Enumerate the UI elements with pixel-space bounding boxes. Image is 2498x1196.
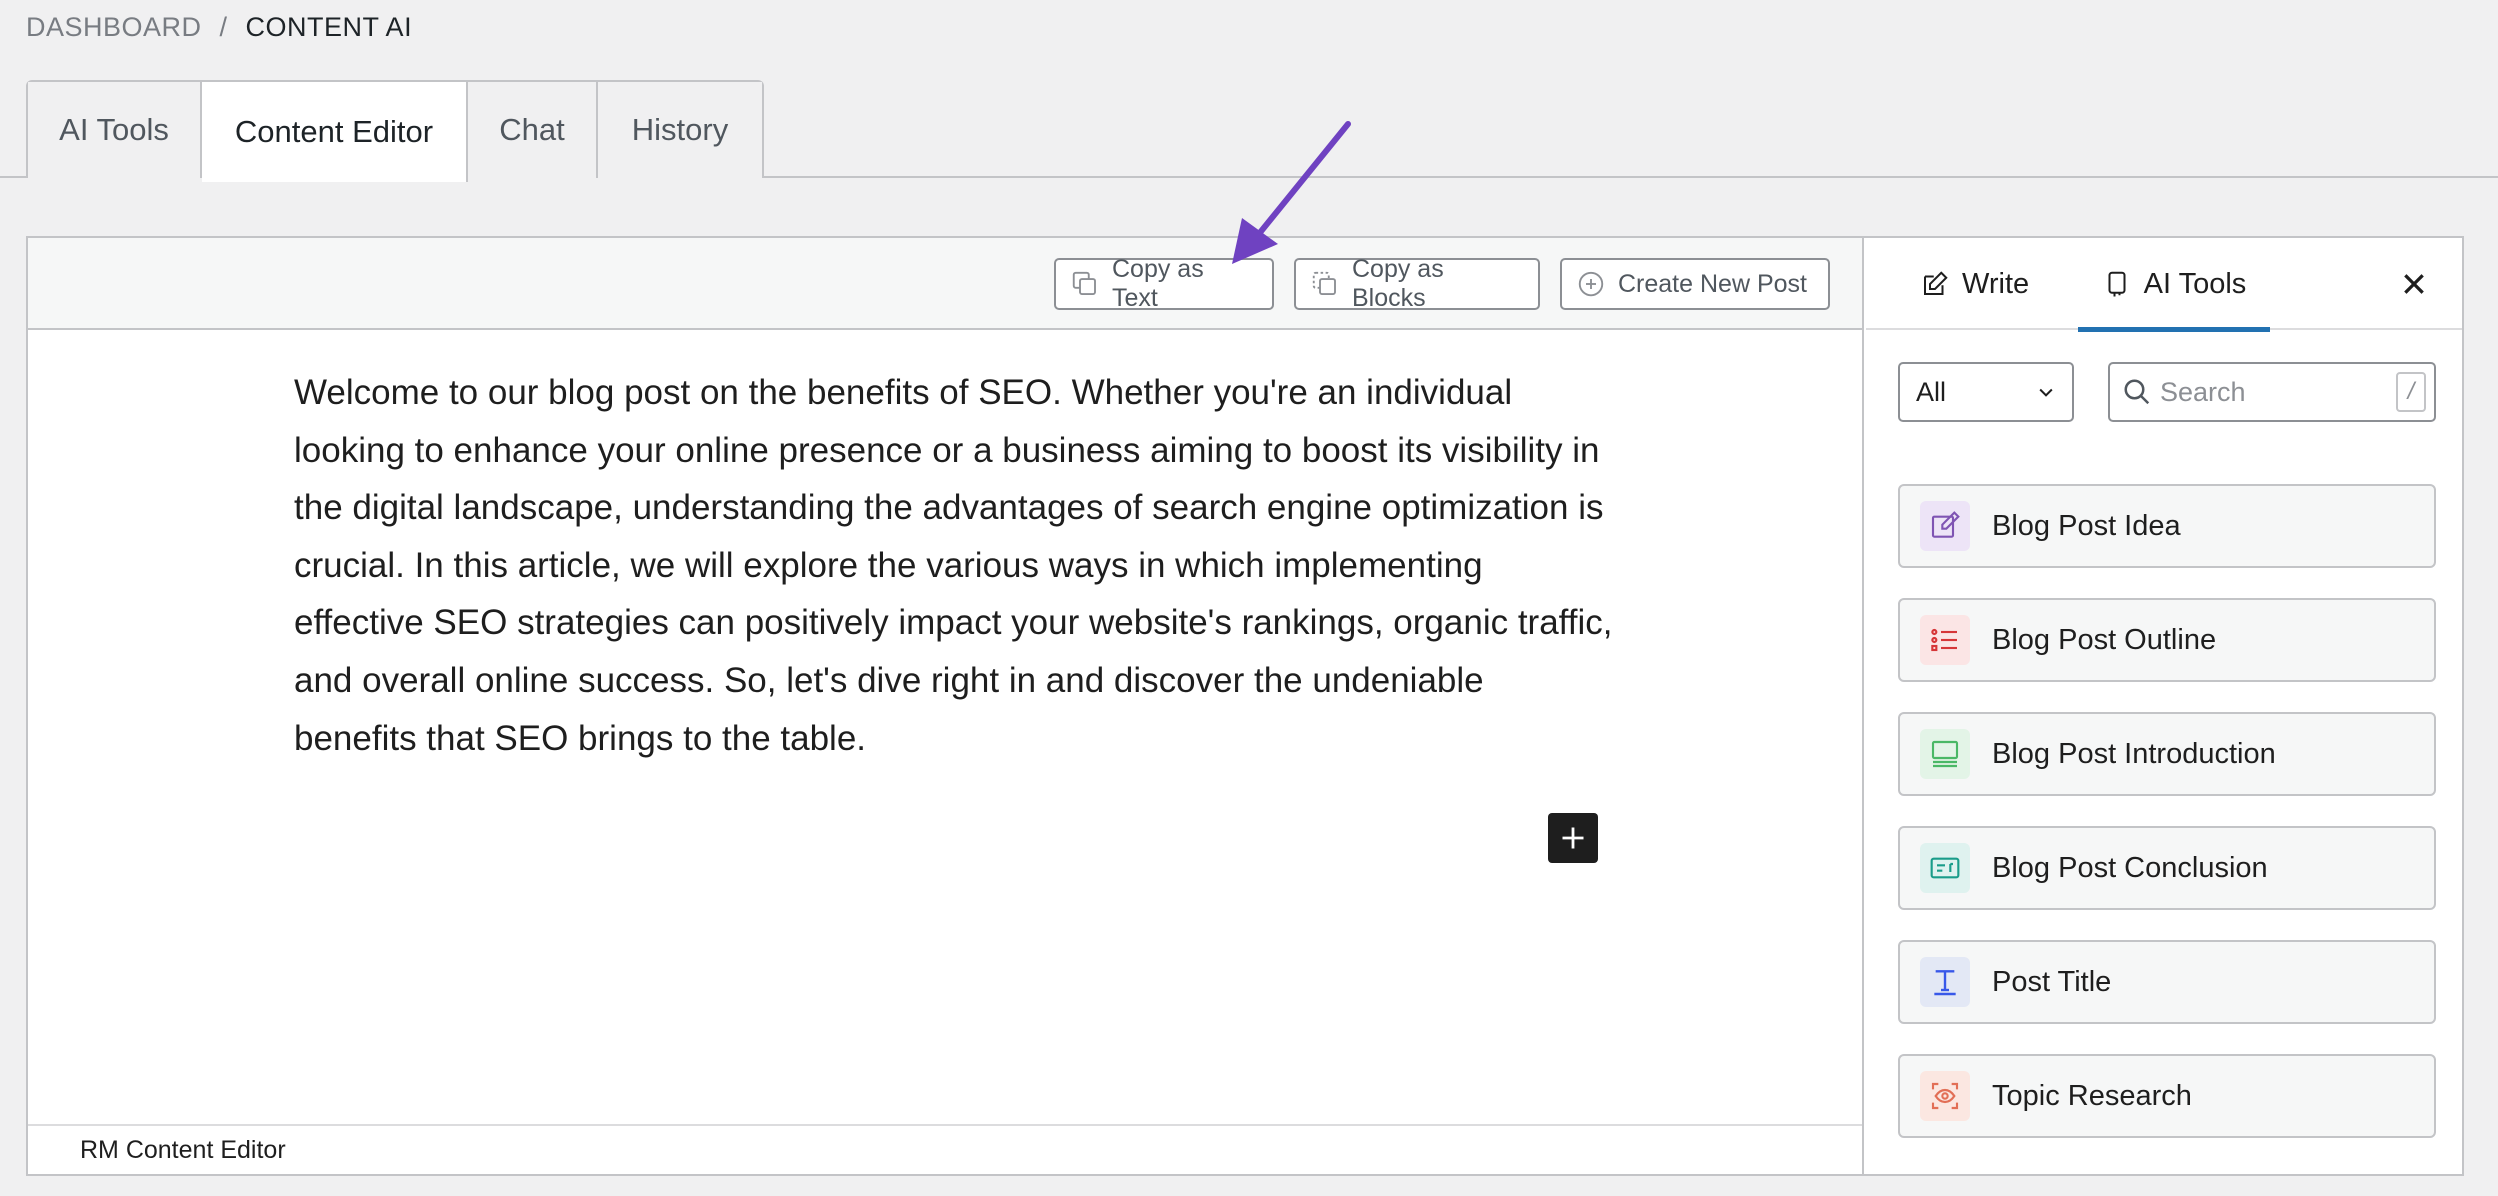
sidebar-tab-write[interactable]: Write: [1920, 238, 2029, 330]
editor-main: Copy as Text Copy as Blocks Create New P…: [28, 238, 1864, 1174]
tool-label: Blog Post Outline: [1992, 623, 2217, 656]
search-shortcut-key: /: [2396, 372, 2426, 412]
tool-topic-research[interactable]: Topic Research: [1898, 1054, 2436, 1138]
tab-chat[interactable]: Chat: [468, 82, 598, 178]
tool-label: Blog Post Idea: [1992, 509, 2181, 542]
tool-label: Topic Research: [1992, 1079, 2192, 1112]
tool-label: Post Title: [1992, 965, 2112, 998]
list-icon: [1920, 615, 1970, 665]
breadcrumb: DASHBOARD / CONTENT AI: [26, 12, 412, 43]
ai-tools-icon: [2108, 271, 2126, 297]
chevron-down-icon: [2039, 388, 2053, 397]
annotation-arrow: [1232, 121, 1351, 264]
close-sidebar-button[interactable]: [2396, 266, 2432, 302]
intro-icon: [1920, 729, 1970, 779]
copy-blocks-icon: [1312, 271, 1336, 295]
editor-panel: Copy as Text Copy as Blocks Create New P…: [26, 236, 2464, 1176]
tool-blog-post-conclusion[interactable]: Blog Post Conclusion: [1898, 826, 2436, 910]
breadcrumb-separator: /: [219, 12, 228, 42]
eye-scan-icon: [1920, 1071, 1970, 1121]
sidebar-tab-ai-tools[interactable]: AI Tools: [2078, 238, 2270, 332]
tab-ai-tools[interactable]: AI Tools: [28, 82, 202, 178]
editor-footer: RM Content Editor: [28, 1124, 1862, 1174]
editor-footer-label: RM Content Editor: [80, 1135, 286, 1164]
edit-icon: [1924, 271, 1948, 295]
category-filter-select[interactable]: All: [1898, 362, 2074, 422]
plus-icon: [1562, 827, 1584, 849]
tab-strip: AI Tools Content Editor Chat History: [26, 80, 764, 182]
tool-post-title[interactable]: Post Title: [1898, 940, 2436, 1024]
breadcrumb-dashboard[interactable]: DASHBOARD: [26, 12, 202, 43]
tool-label: Blog Post Introduction: [1992, 737, 2276, 770]
pencil-square-icon: [1920, 501, 1970, 551]
sidebar-header: Write AI Tools: [1866, 238, 2462, 332]
title-icon: [1920, 957, 1970, 1007]
add-block-button[interactable]: [1548, 813, 1598, 863]
copy-icon: [1072, 271, 1096, 295]
sidebar-tab-write-label: Write: [1962, 267, 2030, 300]
tool-blog-post-outline[interactable]: Blog Post Outline: [1898, 598, 2436, 682]
copy-as-blocks-label: Copy as Blocks: [1352, 255, 1444, 312]
ai-sidebar: Write AI Tools All Search / Blog Post Id…: [1866, 238, 2462, 1174]
search-icon: [2124, 379, 2150, 405]
tool-search-box: /: [2108, 362, 2436, 422]
tool-search-input[interactable]: [2160, 376, 2388, 408]
tab-content-editor[interactable]: Content Editor: [202, 82, 468, 182]
tool-blog-post-idea[interactable]: Blog Post Idea: [1898, 484, 2436, 568]
create-new-post-button[interactable]: Create New Post: [1560, 258, 1830, 310]
editor-paragraph[interactable]: Welcome to our blog post on the benefits…: [294, 364, 1614, 767]
tool-blog-post-introduction[interactable]: Blog Post Introduction: [1898, 712, 2436, 796]
create-new-post-label: Create New Post: [1618, 269, 1807, 298]
tool-label: Blog Post Conclusion: [1992, 851, 2268, 884]
editor-toolbar: Copy as Text Copy as Blocks Create New P…: [28, 238, 1862, 330]
plus-circle-icon: [1578, 271, 1604, 297]
close-icon: [2404, 274, 2424, 294]
conclusion-icon: [1920, 843, 1970, 893]
sidebar-tab-ai-tools-label: AI Tools: [2143, 267, 2247, 300]
ai-tool-list: Blog Post Idea Blog Post Outline Blog Po…: [1898, 484, 2436, 1168]
breadcrumb-current: CONTENT AI: [245, 12, 413, 42]
category-filter-value: All: [1916, 376, 1947, 407]
tab-history[interactable]: History: [598, 82, 762, 178]
